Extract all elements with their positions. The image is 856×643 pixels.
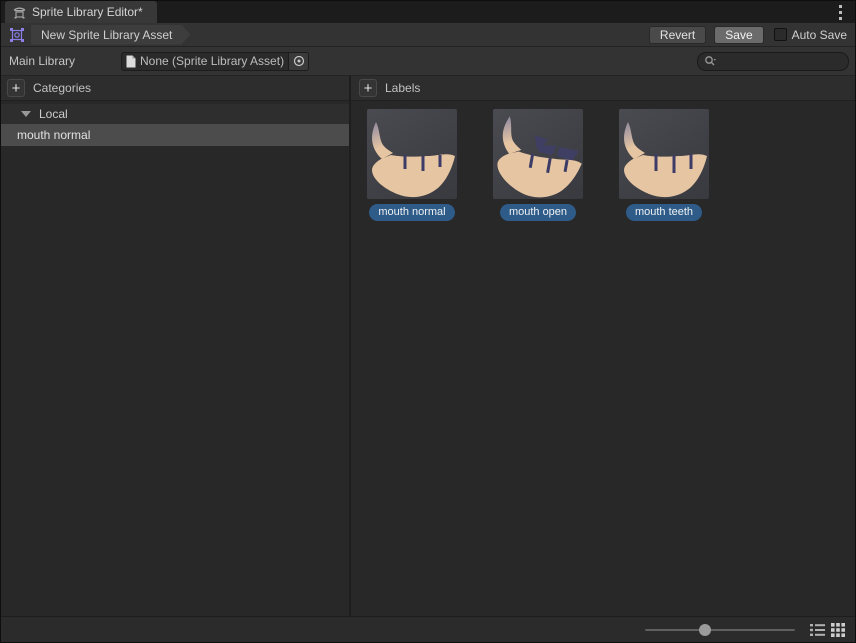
- search-field[interactable]: [697, 52, 849, 71]
- panel-headers: + Categories + Labels: [1, 76, 855, 101]
- thumbnail-size-slider[interactable]: [645, 629, 795, 631]
- asset-file-icon: [126, 55, 136, 68]
- foldout-arrow-icon[interactable]: [21, 111, 31, 117]
- labels-panel: mouth normal: [351, 101, 855, 616]
- sprite-library-editor-window: Sprite Library Editor* New Sprite Librar…: [0, 0, 856, 643]
- content: Local mouth normal: [1, 101, 855, 616]
- main-library-label: Main Library: [9, 54, 75, 68]
- sprite-label-pill[interactable]: mouth normal: [369, 204, 454, 221]
- main-library-object-field[interactable]: None (Sprite Library Asset): [121, 52, 309, 71]
- revert-button[interactable]: Revert: [649, 26, 706, 44]
- toolbar: New Sprite Library Asset Revert Save Aut…: [1, 23, 855, 47]
- sprite-thumbnail-mouth-teeth[interactable]: [619, 109, 709, 199]
- mouth-teeth-sprite: [619, 109, 709, 199]
- tab-title: Sprite Library Editor*: [32, 5, 143, 19]
- slider-thumb[interactable]: [699, 624, 711, 636]
- window-menu-icon[interactable]: [833, 5, 847, 20]
- main-library-value: None (Sprite Library Asset): [136, 54, 288, 68]
- label-grid: mouth normal: [367, 109, 855, 221]
- auto-save-label: Auto Save: [792, 28, 847, 42]
- local-foldout[interactable]: Local: [1, 104, 349, 124]
- library-icon: [13, 6, 26, 19]
- labels-header-label: Labels: [385, 81, 420, 95]
- categories-panel: Local mouth normal: [1, 101, 351, 616]
- label-item: mouth teeth: [619, 109, 709, 221]
- sprite-thumbnail-mouth-open[interactable]: [493, 109, 583, 199]
- save-button[interactable]: Save: [714, 26, 763, 44]
- object-picker-icon[interactable]: [288, 53, 308, 70]
- categories-header: + Categories: [1, 76, 351, 100]
- sprite-label-pill[interactable]: mouth teeth: [626, 204, 702, 221]
- add-label-button[interactable]: +: [359, 79, 377, 97]
- mouth-open-sprite: [493, 109, 583, 199]
- add-category-button[interactable]: +: [7, 79, 25, 97]
- local-group-label: Local: [39, 107, 68, 121]
- categories-header-label: Categories: [33, 81, 91, 95]
- search-icon: [704, 55, 717, 68]
- tab-sprite-library-editor[interactable]: Sprite Library Editor*: [5, 1, 157, 23]
- sprite-library-asset-icon: [9, 27, 25, 43]
- grid-view-icon[interactable]: [829, 621, 847, 639]
- list-view-icon[interactable]: [808, 621, 826, 639]
- auto-save-checkbox[interactable]: [774, 28, 787, 41]
- footer-bar: [1, 616, 855, 642]
- label-item: mouth normal: [367, 109, 457, 221]
- search-input[interactable]: [721, 53, 839, 69]
- mouth-normal-sprite: [367, 109, 457, 199]
- labels-header: + Labels: [351, 76, 855, 100]
- tab-bar: Sprite Library Editor*: [1, 1, 855, 23]
- sprite-thumbnail-mouth-normal[interactable]: [367, 109, 457, 199]
- main-library-row: Main Library None (Sprite Library Asset): [1, 47, 855, 76]
- sprite-label-pill[interactable]: mouth open: [500, 204, 576, 221]
- label-item: mouth open: [493, 109, 583, 221]
- breadcrumb[interactable]: New Sprite Library Asset: [31, 25, 190, 45]
- category-item-mouth-normal[interactable]: mouth normal: [1, 124, 349, 146]
